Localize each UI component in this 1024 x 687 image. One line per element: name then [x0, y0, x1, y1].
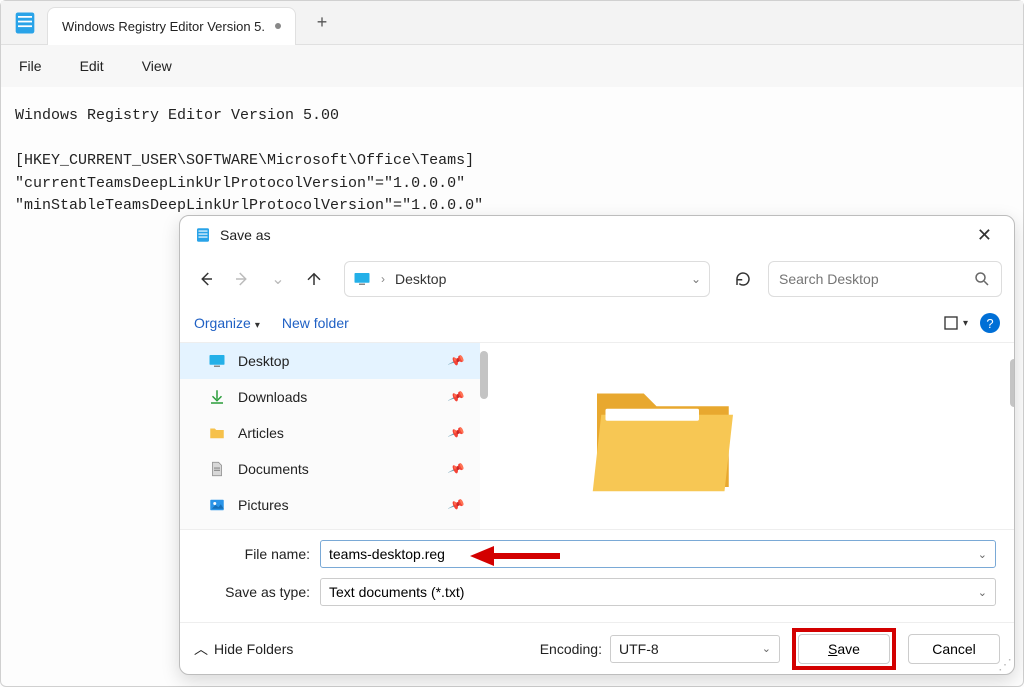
scrollbar[interactable] — [1010, 359, 1015, 407]
search-bar[interactable] — [768, 261, 1002, 297]
forward-button[interactable] — [228, 265, 256, 293]
filename-label: File name: — [198, 546, 320, 562]
sidebar-item-label: Desktop — [238, 353, 289, 369]
new-tab-button[interactable]: + — [304, 12, 340, 33]
search-icon — [973, 270, 991, 288]
sidebar-item-label: Documents — [238, 461, 309, 477]
organize-menu[interactable]: Organize▾ — [194, 315, 260, 331]
save-button[interactable]: Save — [798, 634, 890, 664]
notepad-icon — [11, 9, 39, 37]
desktop-icon — [208, 352, 226, 370]
save-as-dialog: Save as ✕ ⌄ › Desktop ⌄ — [179, 215, 1015, 675]
dialog-title: Save as — [220, 227, 271, 243]
document-icon — [208, 460, 226, 478]
folder-icon — [208, 424, 226, 442]
refresh-button[interactable] — [726, 262, 760, 296]
resize-grip-icon[interactable]: ⋰ — [998, 660, 1010, 670]
chevron-down-icon[interactable]: ⌄ — [978, 586, 987, 599]
sidebar-item-label: Downloads — [238, 389, 307, 405]
cancel-button[interactable]: Cancel — [908, 634, 1000, 664]
sidebar-item-documents[interactable]: Documents 📌 — [180, 451, 480, 487]
unsaved-indicator-icon — [275, 23, 281, 29]
toolbar-row: Organize▾ New folder ▾ ? — [180, 304, 1014, 342]
encoding-value: UTF-8 — [619, 641, 659, 657]
filename-row: File name: ⌄ — [198, 540, 996, 568]
app-tabbar: Windows Registry Editor Version 5. + — [1, 1, 1023, 45]
hide-folders-toggle[interactable]: ︿ Hide Folders — [194, 639, 293, 659]
sidebar-item-label: Pictures — [238, 497, 289, 513]
filename-field[interactable]: ⌄ — [320, 540, 996, 568]
chevron-right-icon: › — [381, 272, 385, 286]
filename-input[interactable] — [329, 546, 978, 562]
tab-active[interactable]: Windows Registry Editor Version 5. — [47, 7, 296, 45]
savetype-value: Text documents (*.txt) — [329, 584, 464, 600]
menubar: File Edit View — [1, 45, 1023, 87]
chevron-down-icon[interactable]: ⌄ — [683, 272, 701, 286]
sidebar: Desktop 📌 Downloads 📌 Articles 📌 — [180, 343, 480, 529]
preview-pane — [480, 343, 1014, 529]
close-button[interactable]: ✕ — [969, 221, 1000, 250]
pin-icon: 📌 — [447, 460, 466, 478]
breadcrumb[interactable]: › Desktop ⌄ — [344, 261, 710, 297]
chevron-up-icon: ︿ — [194, 639, 208, 659]
view-mode-button[interactable]: ▾ — [943, 315, 968, 331]
sidebar-item-articles[interactable]: Articles 📌 — [180, 415, 480, 451]
help-button[interactable]: ? — [980, 313, 1000, 333]
scrollbar[interactable] — [480, 351, 488, 399]
pictures-icon — [208, 496, 226, 514]
menu-edit[interactable]: Edit — [74, 52, 110, 80]
sidebar-item-label: Articles — [238, 425, 284, 441]
pin-icon: 📌 — [447, 496, 466, 514]
dialog-titlebar: Save as ✕ — [180, 216, 1014, 254]
sidebar-item-pictures[interactable]: Pictures 📌 — [180, 487, 480, 523]
encoding-row: Encoding: UTF-8 ⌄ — [540, 635, 780, 663]
menu-file[interactable]: File — [13, 52, 48, 80]
encoding-label: Encoding: — [540, 641, 602, 657]
file-browser: Desktop 📌 Downloads 📌 Articles 📌 — [180, 342, 1014, 530]
dialog-bottombar: ︿ Hide Folders Encoding: UTF-8 ⌄ Save Ca… — [180, 622, 1014, 674]
notepad-icon — [194, 226, 212, 244]
form-rows: File name: ⌄ Save as type: Text document… — [180, 530, 1014, 622]
folder-large-icon — [580, 366, 750, 506]
sidebar-item-desktop[interactable]: Desktop 📌 — [180, 343, 480, 379]
pin-icon: 📌 — [447, 352, 466, 370]
up-button[interactable] — [300, 265, 328, 293]
save-highlight: Save — [792, 628, 896, 670]
pin-icon: 📌 — [447, 388, 466, 406]
desktop-icon — [353, 270, 371, 288]
download-icon — [208, 388, 226, 406]
encoding-select[interactable]: UTF-8 ⌄ — [610, 635, 780, 663]
menu-view[interactable]: View — [136, 52, 178, 80]
tab-title: Windows Registry Editor Version 5. — [62, 19, 265, 34]
savetype-row: Save as type: Text documents (*.txt) ⌄ — [198, 578, 996, 606]
chevron-down-icon[interactable]: ⌄ — [762, 642, 771, 655]
editor-content[interactable]: Windows Registry Editor Version 5.00 [HK… — [1, 87, 1023, 236]
search-input[interactable] — [779, 271, 949, 287]
chevron-down-icon[interactable]: ⌄ — [978, 548, 987, 561]
chevron-down-icon[interactable]: ⌄ — [264, 265, 292, 293]
back-button[interactable] — [192, 265, 220, 293]
breadcrumb-segment[interactable]: Desktop — [395, 271, 446, 287]
new-folder-button[interactable]: New folder — [282, 315, 349, 331]
sidebar-item-downloads[interactable]: Downloads 📌 — [180, 379, 480, 415]
savetype-field[interactable]: Text documents (*.txt) ⌄ — [320, 578, 996, 606]
savetype-label: Save as type: — [198, 584, 320, 600]
nav-row: ⌄ › Desktop ⌄ — [180, 254, 1014, 304]
pin-icon: 📌 — [447, 424, 466, 442]
